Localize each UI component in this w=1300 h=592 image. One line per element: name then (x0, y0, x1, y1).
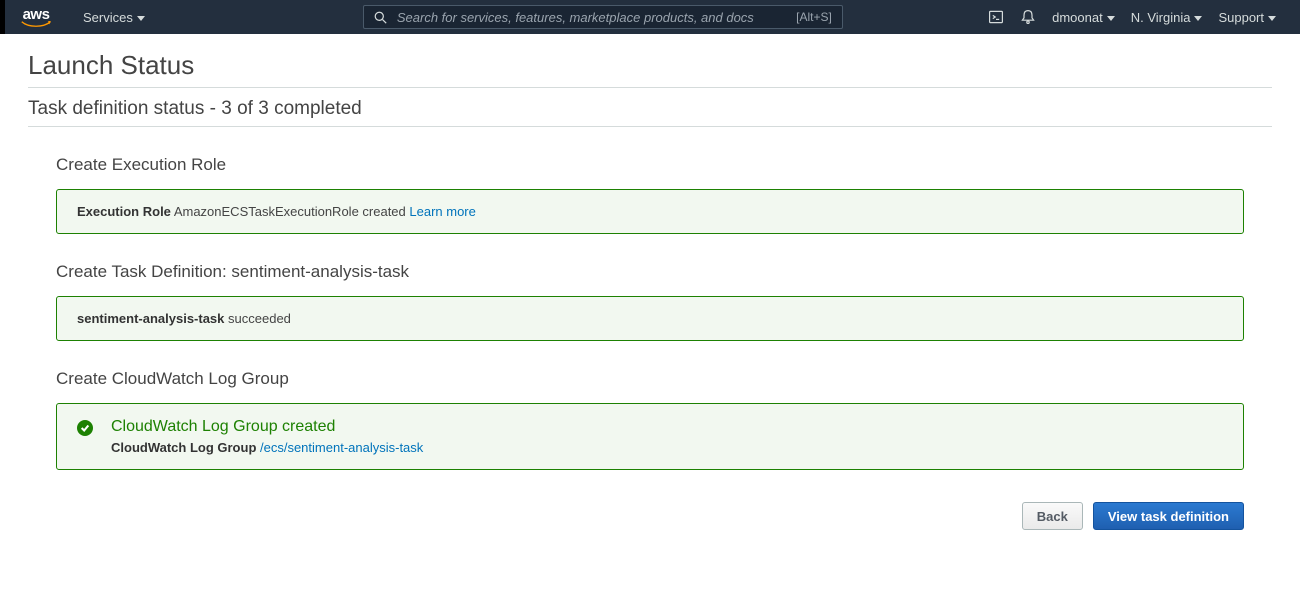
section-heading-execution-role: Create Execution Role (56, 155, 1244, 175)
panel-task-definition: sentiment-analysis-task succeeded (56, 296, 1244, 341)
left-strip (0, 0, 5, 34)
back-button[interactable]: Back (1022, 502, 1083, 530)
support-label: Support (1218, 10, 1264, 25)
search-box[interactable]: [Alt+S] (363, 5, 843, 29)
top-nav: aws Services [Alt+S] (0, 0, 1300, 34)
cloudshell-button[interactable] (980, 9, 1012, 25)
support-menu[interactable]: Support (1210, 10, 1284, 25)
main-content: Launch Status Task definition status - 3… (0, 34, 1300, 530)
task-definition-text: succeeded (224, 311, 291, 326)
bell-icon (1020, 9, 1036, 25)
section-heading-log-group: Create CloudWatch Log Group (56, 369, 1244, 389)
caret-down-icon (1194, 16, 1202, 21)
search-shortcut-hint: [Alt+S] (796, 10, 832, 24)
panel-execution-role: Execution Role AmazonECSTaskExecutionRol… (56, 189, 1244, 234)
log-group-subtext: CloudWatch Log Group /ecs/sentiment-anal… (111, 440, 423, 455)
aws-logo-text: aws (23, 7, 50, 22)
execution-role-message: Execution Role AmazonECSTaskExecutionRol… (77, 204, 1223, 219)
page-title: Launch Status (28, 50, 1272, 81)
footer-buttons: Back View task definition (56, 502, 1244, 530)
task-definition-bold: sentiment-analysis-task (77, 311, 224, 326)
account-menu[interactable]: dmoonat (1044, 10, 1123, 25)
log-group-success-heading: CloudWatch Log Group created (111, 418, 423, 436)
success-check-icon (77, 420, 93, 436)
task-definition-status: Task definition status - 3 of 3 complete… (28, 98, 1272, 120)
notifications-button[interactable] (1012, 9, 1044, 25)
aws-smile-icon (21, 21, 51, 27)
section-heading-task-definition: Create Task Definition: sentiment-analys… (56, 262, 1244, 282)
account-label: dmoonat (1052, 10, 1103, 25)
divider (28, 126, 1272, 127)
search-icon (374, 11, 387, 24)
execution-role-bold: Execution Role (77, 204, 171, 219)
log-group-path-link[interactable]: /ecs/sentiment-analysis-task (260, 440, 423, 455)
services-label: Services (83, 10, 133, 25)
services-menu[interactable]: Services (75, 10, 153, 25)
log-group-text-block: CloudWatch Log Group created CloudWatch … (111, 418, 423, 455)
learn-more-link[interactable]: Learn more (409, 204, 475, 219)
aws-logo[interactable]: aws (21, 7, 51, 27)
task-definition-message: sentiment-analysis-task succeeded (77, 311, 1223, 326)
region-label: N. Virginia (1131, 10, 1191, 25)
caret-down-icon (1107, 16, 1115, 21)
cloudshell-icon (988, 9, 1004, 25)
execution-role-text: AmazonECSTaskExecutionRole created (171, 204, 409, 219)
caret-down-icon (1268, 16, 1276, 21)
region-menu[interactable]: N. Virginia (1123, 10, 1211, 25)
sections-container: Create Execution Role Execution Role Ama… (28, 155, 1272, 530)
panel-log-group: CloudWatch Log Group created CloudWatch … (56, 403, 1244, 470)
search-container: [Alt+S] (363, 5, 843, 29)
caret-down-icon (137, 16, 145, 21)
search-input[interactable] (397, 10, 788, 25)
view-task-definition-button[interactable]: View task definition (1093, 502, 1244, 530)
divider (28, 87, 1272, 88)
log-group-sub-bold: CloudWatch Log Group (111, 440, 260, 455)
log-group-row: CloudWatch Log Group created CloudWatch … (77, 418, 1223, 455)
